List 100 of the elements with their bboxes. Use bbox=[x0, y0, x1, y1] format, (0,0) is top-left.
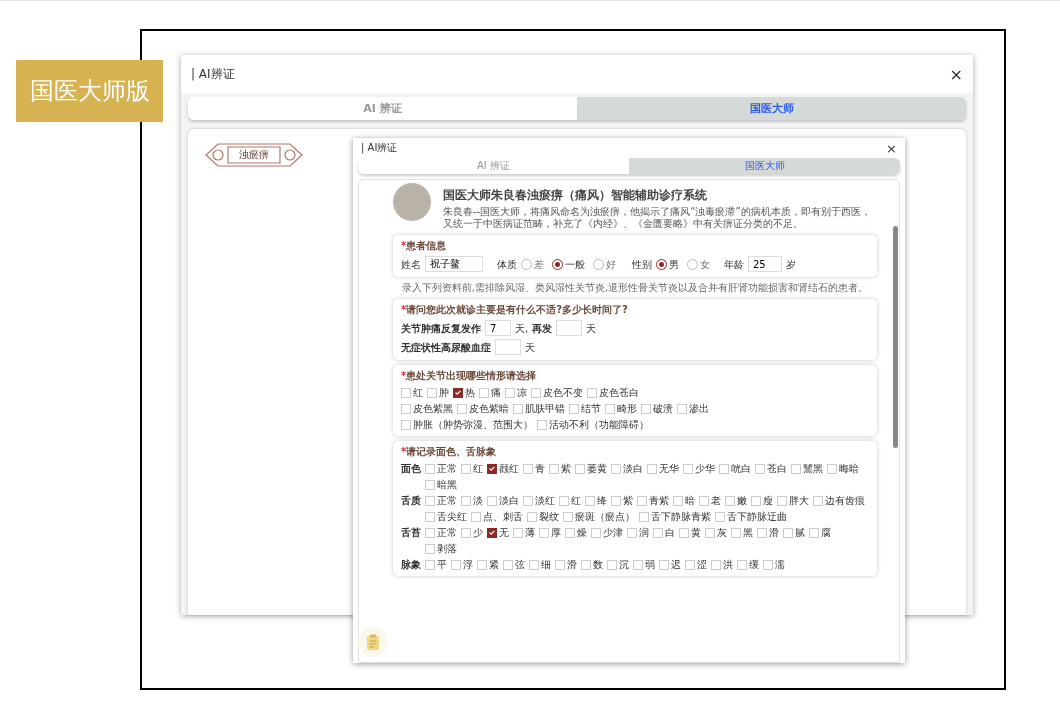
checkbox-option[interactable]: 晦暗 bbox=[827, 462, 859, 475]
checkbox-option[interactable]: 腻 bbox=[783, 526, 805, 539]
checkbox-option[interactable]: 紫 bbox=[549, 462, 571, 475]
checkbox-option[interactable]: 边有齿痕 bbox=[813, 494, 865, 507]
checkbox-option[interactable]: 皮色紫黑 bbox=[401, 402, 453, 415]
checkbox-option[interactable]: 结节 bbox=[569, 402, 601, 415]
checkbox-option[interactable]: 洪 bbox=[711, 558, 733, 571]
checkbox-option[interactable]: 暗 bbox=[673, 494, 695, 507]
checkbox-option[interactable]: 弦 bbox=[503, 558, 525, 571]
checkbox-option[interactable]: 皮色苍白 bbox=[587, 386, 639, 399]
days-field[interactable] bbox=[556, 320, 583, 336]
checkbox-option[interactable]: 破溃 bbox=[641, 402, 673, 415]
checkbox-option[interactable]: 青 bbox=[523, 462, 545, 475]
checkbox-option[interactable]: 畸形 bbox=[605, 402, 637, 415]
checkbox-option[interactable]: 淡 bbox=[461, 494, 483, 507]
option-label: 红 bbox=[473, 462, 483, 475]
checkbox-option[interactable]: 淡白 bbox=[487, 494, 519, 507]
checkbox-option[interactable]: 细 bbox=[529, 558, 551, 571]
checkbox-option[interactable]: 紫 bbox=[611, 494, 633, 507]
checkbox-option[interactable]: 舌下静脉迂曲 bbox=[715, 510, 787, 523]
option-label: 皮色紫黑 bbox=[413, 402, 453, 415]
checkbox-option[interactable]: 萎黄 bbox=[575, 462, 607, 475]
close-button[interactable]: × bbox=[886, 140, 897, 156]
checkbox-option[interactable]: 涩 bbox=[685, 558, 707, 571]
group-label: 舌质 bbox=[401, 494, 421, 508]
checkbox-option[interactable]: 红 bbox=[559, 494, 581, 507]
checkbox-option[interactable]: 青紫 bbox=[637, 494, 669, 507]
checkbox-option[interactable]: 少津 bbox=[591, 526, 623, 539]
checkbox-option[interactable]: 弱 bbox=[633, 558, 655, 571]
checkbox-option[interactable]: 平 bbox=[425, 558, 447, 571]
checkbox-option[interactable]: 嫩 bbox=[725, 494, 747, 507]
checkbox-option[interactable]: 正常 bbox=[425, 494, 457, 507]
checkbox-option[interactable]: 红 bbox=[461, 462, 483, 475]
days-field[interactable] bbox=[495, 339, 521, 355]
checkbox-option[interactable]: 缓 bbox=[737, 558, 759, 571]
checkbox-option[interactable]: 颧红 bbox=[487, 462, 519, 475]
days-field[interactable]: 7 bbox=[485, 320, 511, 336]
checkbox-option[interactable]: 舌尖红 bbox=[425, 510, 467, 523]
checkbox-option[interactable]: 点、刺舌 bbox=[471, 510, 523, 523]
checkbox-option[interactable]: 痛 bbox=[479, 386, 501, 399]
close-button[interactable]: × bbox=[949, 64, 963, 84]
checkbox-option[interactable]: 无 bbox=[487, 526, 509, 539]
checkbox-option[interactable]: 淡红 bbox=[523, 494, 555, 507]
checkbox-option[interactable]: 红 bbox=[401, 386, 423, 399]
checkbox-option[interactable]: 瘦 bbox=[751, 494, 773, 507]
checkbox-option[interactable]: 绛 bbox=[585, 494, 607, 507]
name-field[interactable]: 祝子鳌 bbox=[425, 256, 483, 272]
checkbox-option[interactable]: 裂纹 bbox=[527, 510, 559, 523]
checkbox[interactable] bbox=[487, 463, 497, 474]
checkbox-option[interactable]: 灰 bbox=[705, 526, 727, 539]
checkbox-option[interactable]: 迟 bbox=[659, 558, 681, 571]
checkbox-option[interactable]: 腐 bbox=[809, 526, 831, 539]
checkbox-option[interactable]: 黑 bbox=[731, 526, 753, 539]
checkbox-option[interactable]: 数 bbox=[581, 558, 603, 571]
checkbox-option[interactable]: 少华 bbox=[683, 462, 715, 475]
checkbox-option[interactable]: 润 bbox=[627, 526, 649, 539]
option-label: 红 bbox=[413, 386, 423, 399]
checkbox-option[interactable]: 燥 bbox=[565, 526, 587, 539]
checkbox-option[interactable]: 厚 bbox=[539, 526, 561, 539]
checkbox-option[interactable]: 浮 bbox=[451, 558, 473, 571]
checkbox[interactable] bbox=[487, 527, 497, 538]
option-label: 紧 bbox=[489, 558, 499, 571]
checkbox-option[interactable]: 黄 bbox=[679, 526, 701, 539]
checkbox-option[interactable]: 肌肤甲错 bbox=[513, 402, 565, 415]
age-field[interactable]: 25 bbox=[748, 256, 782, 272]
checkbox-option[interactable]: 剥落 bbox=[425, 542, 457, 555]
checkbox-option[interactable]: 沉 bbox=[607, 558, 629, 571]
option-label: 淡红 bbox=[535, 494, 555, 507]
checkbox-option[interactable]: 㿠白 bbox=[719, 462, 751, 475]
tab[interactable]: 国医大师 bbox=[629, 158, 900, 174]
checkbox-option[interactable]: 热 bbox=[453, 386, 475, 399]
checkbox-option[interactable]: 舌下静脉青紫 bbox=[639, 510, 711, 523]
scrollbar[interactable] bbox=[893, 226, 898, 448]
checkbox-option[interactable]: 肿 bbox=[427, 386, 449, 399]
checkbox-option[interactable]: 白 bbox=[653, 526, 675, 539]
checkbox-option[interactable]: 皮色紫暗 bbox=[457, 402, 509, 415]
checkbox-option[interactable]: 渗出 bbox=[677, 402, 709, 415]
checkbox[interactable] bbox=[453, 387, 463, 398]
disease-tag[interactable]: 浊瘀痹 bbox=[204, 141, 304, 169]
checkbox-option[interactable]: 胖大 bbox=[777, 494, 809, 507]
checkbox-option[interactable]: 淡白 bbox=[611, 462, 643, 475]
checkbox-option[interactable]: 凉 bbox=[505, 386, 527, 399]
field-label: 关节肿痛反复发作 bbox=[401, 321, 481, 335]
section-heading: *患处关节出现哪些情形请选择 bbox=[401, 369, 538, 383]
checkbox-option[interactable]: 皮色不变 bbox=[531, 386, 583, 399]
checkbox-option[interactable]: 暗黑 bbox=[425, 478, 457, 491]
checkbox-option[interactable]: 瘀斑（瘀点） bbox=[563, 510, 635, 523]
checkbox-option[interactable]: 黧黑 bbox=[791, 462, 823, 475]
checkbox-option[interactable]: 正常 bbox=[425, 462, 457, 475]
checkbox-option[interactable]: 滑 bbox=[757, 526, 779, 539]
checkbox-option[interactable]: 无华 bbox=[647, 462, 679, 475]
checkbox-option[interactable]: 濡 bbox=[763, 558, 785, 571]
checkbox-option[interactable]: 少 bbox=[461, 526, 483, 539]
checkbox-option[interactable]: 老 bbox=[699, 494, 721, 507]
checkbox-option[interactable]: 正常 bbox=[425, 526, 457, 539]
checkbox-option[interactable]: 滑 bbox=[555, 558, 577, 571]
checkbox-option[interactable]: 薄 bbox=[513, 526, 535, 539]
checkbox-option[interactable]: 紧 bbox=[477, 558, 499, 571]
checkbox-option[interactable]: 苍白 bbox=[755, 462, 787, 475]
tab[interactable]: 国医大师 bbox=[577, 97, 966, 120]
